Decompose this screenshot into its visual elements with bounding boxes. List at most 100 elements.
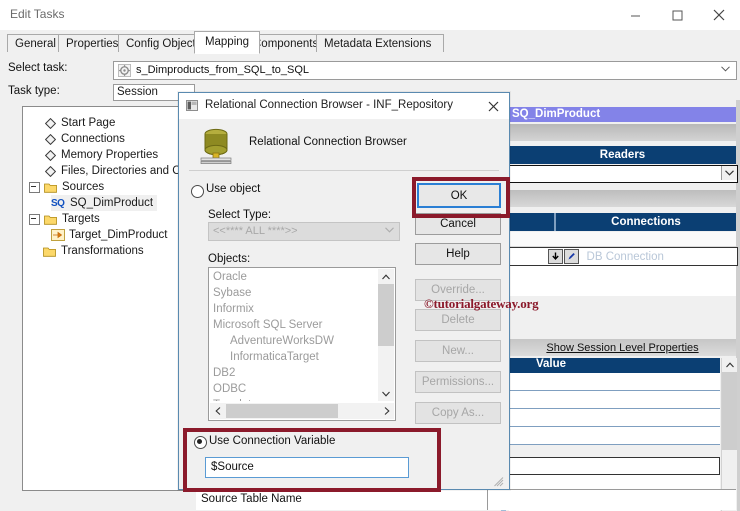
connections-subrow <box>509 232 736 247</box>
select-task-label: Select task: <box>8 62 68 74</box>
table-row[interactable] <box>509 373 720 391</box>
resize-gripper-icon[interactable] <box>494 477 504 487</box>
diamond-icon <box>45 133 56 145</box>
tab-metadata-extensions[interactable]: Metadata Extensions <box>316 34 444 53</box>
scroll-up-arrow-icon[interactable] <box>722 358 737 372</box>
connections-header-row: Connections <box>509 213 736 231</box>
table-row-selected[interactable] <box>509 457 720 475</box>
objects-vertical-scrollbar[interactable] <box>378 269 394 401</box>
connections-toolbar <box>509 190 736 207</box>
tree-item-label: Targets <box>62 213 100 225</box>
connections-col-blank <box>509 213 556 231</box>
collapse-toggle-targets[interactable] <box>29 213 40 225</box>
scroll-down-arrow-icon[interactable] <box>378 386 394 401</box>
list-item[interactable]: ODBC <box>210 381 376 397</box>
window-title-bar: Edit Tasks <box>0 0 740 31</box>
list-item[interactable]: Oracle <box>210 269 376 285</box>
connection-variable-input[interactable]: $Source <box>205 457 409 478</box>
tree-item-sources[interactable]: Sources <box>29 179 104 195</box>
table-row[interactable] <box>509 409 720 427</box>
table-row[interactable] <box>509 391 720 409</box>
db-connection-row[interactable]: DB Connection <box>509 247 738 266</box>
dialog-title: Relational Connection Browser - INF_Repo… <box>205 99 453 111</box>
database-icon <box>200 128 232 164</box>
scroll-right-arrow-icon[interactable] <box>379 403 394 419</box>
task-type-value: Session <box>117 86 158 98</box>
scroll-up-arrow-icon[interactable] <box>378 269 394 284</box>
window-controls <box>614 0 740 30</box>
use-object-radio[interactable] <box>191 185 204 198</box>
db-connection-placeholder: DB Connection <box>586 250 664 263</box>
watermark: ©tutorialgateway.org <box>424 296 539 311</box>
chevron-down-icon[interactable] <box>721 166 737 180</box>
diamond-icon <box>45 117 56 129</box>
help-button[interactable]: Help <box>415 243 501 265</box>
select-type-combo[interactable]: <<**** ALL ****>> <box>208 222 400 241</box>
readers-header-label: Readers <box>599 149 646 161</box>
close-icon[interactable] <box>698 0 740 30</box>
readers-header: Readers <box>509 146 736 164</box>
list-item[interactable]: DB2 <box>210 365 376 381</box>
tree-item-targets[interactable]: Targets <box>29 211 100 227</box>
edit-connection-button[interactable] <box>563 249 579 264</box>
use-connection-variable-radio[interactable] <box>194 436 207 449</box>
tree-item-sq-dimproduct[interactable]: SQ SQ_DimProduct <box>51 195 158 211</box>
objects-list[interactable]: Oracle Sybase Informix Microsoft SQL Ser… <box>210 269 376 401</box>
tree-item-memory-properties[interactable]: Memory Properties <box>45 147 158 163</box>
tab-mapping[interactable]: Mapping <box>194 31 260 54</box>
readers-combo[interactable] <box>509 165 738 183</box>
source-table-name-label: Source Table Name <box>201 493 302 505</box>
tree-item-files-directories[interactable]: Files, Directories and Com <box>45 163 196 179</box>
scroll-left-arrow-icon[interactable] <box>210 403 225 419</box>
source-title: SQ_DimProduct <box>512 108 601 120</box>
tree-item-label: Transformations <box>61 245 144 257</box>
window-title: Edit Tasks <box>10 7 65 21</box>
connection-variable-value: $Source <box>211 461 254 473</box>
tree-item-start-page[interactable]: Start Page <box>45 115 115 131</box>
mapping-tree-panel[interactable]: Start Page Connections Memory Properties… <box>22 106 199 491</box>
source-table-name-row[interactable]: Source Table Name <box>196 489 736 510</box>
tree-item-target-dimproduct[interactable]: Target_DimProduct <box>51 227 167 243</box>
diamond-icon <box>45 165 56 177</box>
tree-item-connections[interactable]: Connections <box>45 131 125 147</box>
scrollbar-thumb[interactable] <box>226 404 338 418</box>
task-type-label: Task type: <box>8 85 60 97</box>
select-task-combo[interactable]: s_Dimproducts_from_SQL_to_SQL <box>113 61 737 80</box>
objects-horizontal-scrollbar[interactable] <box>210 403 394 419</box>
source-title-bar: SQ_DimProduct <box>509 107 736 122</box>
objects-list-box[interactable]: Oracle Sybase Informix Microsoft SQL Ser… <box>208 267 396 421</box>
readers-toolbar <box>509 124 736 141</box>
chevron-down-icon <box>385 227 394 233</box>
scrollbar-thumb[interactable] <box>378 284 394 346</box>
value-header-label: Value <box>536 358 567 370</box>
list-item[interactable]: InformaticaTarget <box>210 349 376 365</box>
ok-button[interactable]: OK <box>417 183 501 208</box>
list-item[interactable]: Microsoft SQL Server <box>210 317 376 333</box>
list-item[interactable]: Informix <box>210 301 376 317</box>
window-icon <box>186 100 198 111</box>
close-icon[interactable] <box>483 97 503 115</box>
list-item[interactable]: Teradata <box>210 397 376 401</box>
divider <box>189 170 499 171</box>
select-type-value: <<**** ALL ****>> <box>213 225 298 237</box>
list-item[interactable]: AdventureWorksDW <box>210 333 376 349</box>
select-type-label: Select Type: <box>208 209 272 221</box>
use-connection-variable-label: Use Connection Variable <box>209 435 336 447</box>
table-row[interactable] <box>509 427 720 445</box>
select-connection-button[interactable] <box>547 249 563 264</box>
dialog-header-text: Relational Connection Browser <box>249 136 407 148</box>
list-item[interactable]: Sybase <box>210 285 376 301</box>
edit-tasks-window: Edit Tasks General Properties Config Obj… <box>0 0 740 511</box>
folder-icon <box>44 183 57 193</box>
scrollbar-thumb[interactable] <box>722 372 737 450</box>
tree-item-label: Start Page <box>61 117 116 129</box>
copy-as-button: Copy As... <box>415 402 501 424</box>
select-task-value: s_Dimproducts_from_SQL_to_SQL <box>136 64 310 76</box>
collapse-toggle-sources[interactable] <box>29 181 40 193</box>
value-column-header: Value <box>509 358 720 373</box>
tree-item-transformations[interactable]: Transformations <box>43 243 144 259</box>
show-session-level-properties-link[interactable]: Show Session Level Properties <box>509 339 736 356</box>
maximize-icon[interactable] <box>656 0 698 30</box>
new-button: New... <box>415 340 501 362</box>
minimize-icon[interactable] <box>614 0 656 30</box>
